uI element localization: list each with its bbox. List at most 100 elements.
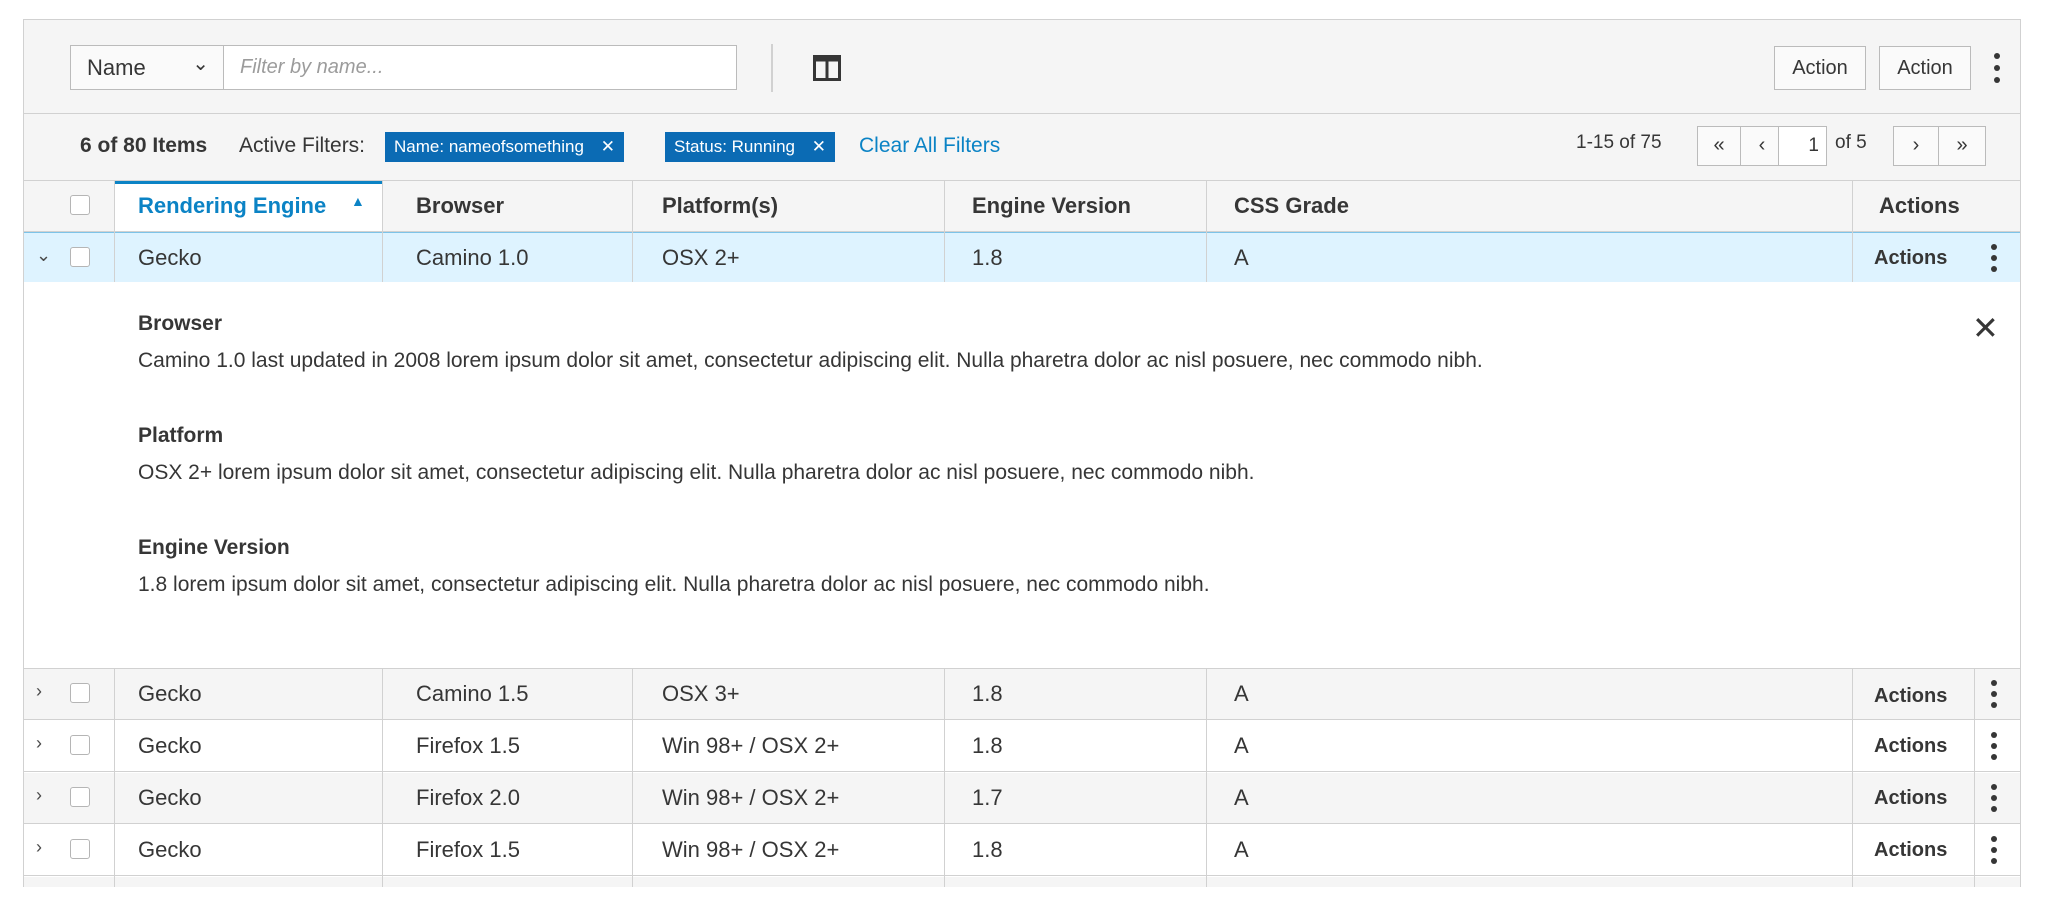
- column-divider: [1852, 181, 1853, 282]
- row-checkbox[interactable]: [70, 683, 90, 703]
- cell-grade: A: [1234, 681, 1249, 706]
- column-divider: [632, 669, 633, 887]
- chip-label: Name:: [394, 137, 445, 156]
- table-row[interactable]: [24, 877, 2020, 887]
- kebab-icon[interactable]: [1984, 729, 2004, 765]
- cell-browser: Camino 1.5: [416, 681, 529, 706]
- kebab-icon[interactable]: [1987, 50, 2007, 86]
- cell-platform: OSX 2+: [662, 245, 740, 270]
- kebab-icon[interactable]: [1984, 677, 2004, 713]
- row-checkbox[interactable]: [70, 735, 90, 755]
- filter-chip-name: Name: nameofsomething ✕: [385, 132, 624, 162]
- detail-text-browser: Camino 1.0 last updated in 2008 lorem ip…: [138, 349, 1483, 372]
- chevron-right-icon[interactable]: ›: [36, 837, 42, 858]
- row-actions-button[interactable]: Actions: [1874, 685, 1947, 708]
- action-button-1[interactable]: Action: [1774, 46, 1866, 90]
- row-actions-button[interactable]: Actions: [1874, 839, 1947, 862]
- header-css-grade[interactable]: CSS Grade: [1234, 193, 1349, 219]
- chevron-right-icon[interactable]: ›: [36, 733, 42, 754]
- header-platforms[interactable]: Platform(s): [662, 193, 778, 219]
- header-engine-version[interactable]: Engine Version: [972, 193, 1131, 219]
- cell-platform: Win 98+ / OSX 2+: [662, 837, 840, 862]
- columns-icon[interactable]: [813, 55, 841, 81]
- cell-engine: Gecko: [138, 245, 202, 270]
- detail-text-platform: OSX 2+ lorem ipsum dolor sit amet, conse…: [138, 461, 1255, 484]
- cell-browser: Firefox 2.0: [416, 785, 520, 810]
- detail-title-engine-version: Engine Version: [138, 536, 290, 559]
- toolbar-divider: [771, 44, 773, 92]
- column-divider: [1974, 669, 1975, 887]
- row-checkbox[interactable]: [70, 787, 90, 807]
- filter-field-select[interactable]: Name ⌄: [70, 45, 224, 90]
- filter-chip-status: Status: Running ✕: [665, 132, 835, 162]
- first-page-button[interactable]: «: [1697, 126, 1741, 166]
- chevron-down-icon[interactable]: ⌄: [36, 245, 51, 266]
- cell-browser: Camino 1.0: [416, 245, 529, 270]
- chip-value: nameofsomething: [448, 137, 584, 156]
- chip-value: Running: [731, 137, 795, 156]
- pagination-range: 1-15 of 75: [1576, 132, 1662, 153]
- cell-version: 1.8: [972, 837, 1003, 862]
- table-row[interactable]: ⌄ Gecko Camino 1.0 OSX 2+ 1.8 A Actions: [24, 232, 2020, 284]
- row-actions-button[interactable]: Actions: [1874, 787, 1947, 810]
- column-divider: [1852, 669, 1853, 887]
- column-divider: [382, 181, 383, 282]
- cell-engine: Gecko: [138, 785, 202, 810]
- filter-input[interactable]: Filter by name...: [223, 45, 737, 90]
- select-all-checkbox[interactable]: [70, 195, 90, 215]
- row-checkbox[interactable]: [70, 247, 90, 267]
- table-row[interactable]: › Gecko Firefox 2.0 Win 98+ / OSX 2+ 1.7…: [24, 773, 2020, 824]
- cell-platform: Win 98+ / OSX 2+: [662, 733, 840, 758]
- cell-version: 1.8: [972, 733, 1003, 758]
- table-row[interactable]: › Gecko Camino 1.5 OSX 3+ 1.8 A Actions: [24, 669, 2020, 720]
- chevron-down-icon: ⌄: [192, 53, 209, 75]
- toolbar: Name ⌄ Filter by name... Action Action: [24, 20, 2020, 114]
- last-page-button[interactable]: »: [1938, 126, 1986, 166]
- kebab-icon[interactable]: [1984, 833, 2004, 869]
- filter-placeholder: Filter by name...: [240, 56, 384, 78]
- header-actions: Actions: [1879, 193, 1960, 218]
- row-actions-button[interactable]: Actions: [1874, 735, 1947, 758]
- kebab-icon[interactable]: [1984, 241, 2004, 277]
- column-divider: [114, 181, 115, 282]
- expanded-row-detail: ✕ Browser Camino 1.0 last updated in 200…: [24, 282, 2020, 669]
- cell-grade: A: [1234, 733, 1249, 758]
- list-view-panel: Name ⌄ Filter by name... Action Action 6…: [23, 19, 2021, 887]
- clear-all-filters-link[interactable]: Clear All Filters: [859, 134, 1000, 158]
- column-divider: [1206, 181, 1207, 282]
- cell-engine: Gecko: [138, 733, 202, 758]
- column-divider: [944, 181, 945, 282]
- action-button-2[interactable]: Action: [1879, 46, 1971, 90]
- header-browser[interactable]: Browser: [416, 193, 504, 219]
- results-count: 6 of 80 Items: [80, 134, 208, 157]
- table-row[interactable]: › Gecko Firefox 1.5 Win 98+ / OSX 2+ 1.8…: [24, 721, 2020, 772]
- cell-browser: Firefox 1.5: [416, 837, 520, 862]
- page-number-input[interactable]: 1: [1778, 126, 1827, 166]
- row-actions-button[interactable]: Actions: [1874, 247, 1947, 270]
- chip-label: Status:: [674, 137, 727, 156]
- active-filters-label: Active Filters:: [239, 134, 366, 157]
- cell-version: 1.8: [972, 245, 1003, 270]
- row-checkbox[interactable]: [70, 839, 90, 859]
- detail-text-engine-version: 1.8 lorem ipsum dolor sit amet, consecte…: [138, 573, 1210, 596]
- cell-grade: A: [1234, 785, 1249, 810]
- sort-ascending-icon[interactable]: ▲: [351, 193, 365, 209]
- cell-browser: Firefox 1.5: [416, 733, 520, 758]
- page-count: of 5: [1835, 132, 1867, 153]
- kebab-icon[interactable]: [1984, 781, 2004, 817]
- cell-grade: A: [1234, 837, 1249, 862]
- header-rendering-engine[interactable]: Rendering Engine: [138, 193, 326, 219]
- column-divider: [944, 669, 945, 887]
- close-icon[interactable]: ✕: [601, 137, 615, 156]
- column-divider: [632, 181, 633, 282]
- chevron-right-icon[interactable]: ›: [36, 681, 42, 702]
- close-icon[interactable]: ✕: [1972, 312, 1999, 344]
- table-row[interactable]: › Gecko Firefox 1.5 Win 98+ / OSX 2+ 1.8…: [24, 825, 2020, 876]
- next-page-button[interactable]: ›: [1893, 126, 1939, 166]
- column-divider: [1206, 669, 1207, 887]
- column-divider: [114, 669, 115, 887]
- chevron-right-icon[interactable]: ›: [36, 785, 42, 806]
- cell-engine: Gecko: [138, 837, 202, 862]
- cell-version: 1.7: [972, 785, 1003, 810]
- close-icon[interactable]: ✕: [812, 137, 826, 156]
